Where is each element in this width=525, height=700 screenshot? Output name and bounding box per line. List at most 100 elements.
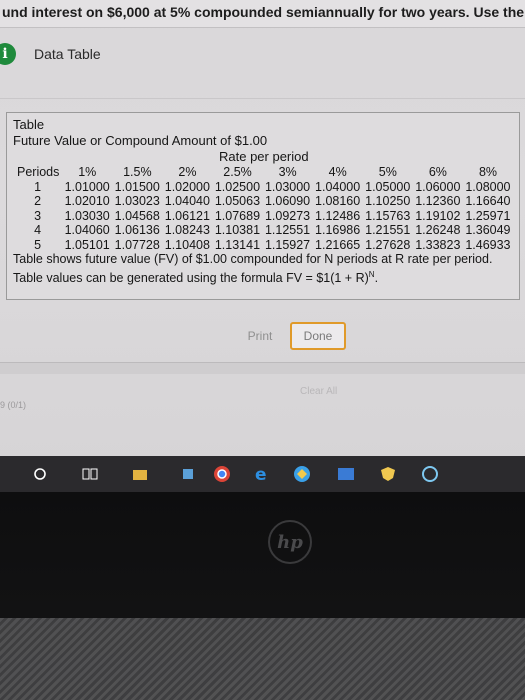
value-cell: 1.09273: [264, 208, 311, 223]
value-cell: 1.19102: [415, 208, 461, 223]
clear-all-button[interactable]: Clear All: [300, 386, 337, 397]
taskbar: e: [0, 456, 525, 492]
value-cell: 1.04040: [164, 194, 210, 208]
value-cell: 1.25971: [465, 208, 511, 223]
value-cell: 1.36049: [465, 223, 511, 237]
value-cell: 1.01500: [114, 179, 160, 194]
col-header: 2%: [178, 165, 197, 179]
value-cell: 1.27628: [365, 237, 411, 252]
value-cell: 1.04060: [64, 223, 110, 237]
screen: und interest on $6,000 at 5% compounded …: [0, 0, 525, 478]
dialog-title: Data Table: [34, 46, 101, 62]
value-cell: 1.03000: [264, 179, 311, 194]
settings-icon[interactable]: [420, 464, 440, 484]
value-cell: 1.07689: [214, 208, 261, 223]
value-cell: 1.10408: [164, 237, 210, 252]
table-row: 2 1.02010 1.03023 1.04040 1.05063 1.06090 1.08…: [13, 194, 513, 209]
value-cell: 1.16986: [315, 223, 361, 237]
value-cell: 1.05063: [214, 194, 261, 208]
divider: [0, 98, 525, 99]
value-cell: 1.06090: [264, 194, 311, 208]
value-cell: 1.08160: [315, 194, 361, 208]
search-circle-icon[interactable]: [30, 464, 50, 484]
value-cell: 1.02010: [64, 194, 110, 208]
table-subheading: Future Value or Compound Amount of $1.00: [13, 133, 268, 148]
value-cell: 1.26248: [415, 223, 461, 237]
col-header: Periods: [17, 165, 60, 179]
grid-header-row: Periods 1% 1.5% 2% 2.5% 3% 4% 5% 6% 8%: [13, 165, 513, 180]
task-view-icon[interactable]: [80, 464, 100, 484]
grid-body: 1 1.01000 1.01500 1.02000 1.02500 1.03000 1.04…: [13, 180, 513, 253]
formula-note: Table values can be generated using the …: [13, 267, 513, 286]
value-cell: 1.08000: [465, 179, 511, 194]
dialog-buttons: Print Done: [0, 322, 525, 356]
store-icon[interactable]: [178, 464, 198, 484]
value-cell: 1.12486: [315, 208, 361, 223]
value-cell: 1.15927: [264, 237, 311, 252]
chrome-icon[interactable]: [212, 464, 232, 484]
value-cell: 1.04568: [114, 208, 160, 223]
rate-label: Rate per period: [219, 149, 309, 164]
formula-period: .: [374, 271, 379, 286]
value-cell: 1.01000: [64, 179, 110, 194]
value-cell: 1.15763: [365, 208, 411, 223]
period-cell: 2: [34, 194, 42, 208]
dialog-footer-band: [0, 362, 525, 374]
value-cell: 1.10381: [214, 223, 261, 237]
col-header: 6%: [428, 165, 447, 179]
period-cell: 3: [34, 208, 42, 223]
table-row: 4 1.04060 1.06136 1.08243 1.10381 1.12551 1.16…: [13, 223, 513, 238]
value-cell: 1.06136: [114, 223, 160, 237]
col-header: 1%: [78, 165, 97, 179]
value-cell: 1.03023: [114, 194, 160, 208]
value-cell: 1.07728: [114, 237, 160, 252]
value-cell: 1.08243: [164, 223, 210, 237]
value-cell: 1.02500: [214, 179, 261, 194]
value-cell: 1.04000: [315, 179, 361, 194]
teams-icon[interactable]: [336, 464, 356, 484]
col-header: 3%: [278, 165, 297, 179]
value-cell: 1.12360: [415, 194, 461, 208]
value-cell: 1.12551: [264, 223, 311, 237]
value-cell: 1.03030: [64, 208, 110, 223]
data-table-panel: Table Future Value or Compound Amount of…: [6, 112, 520, 300]
keyboard-edge: [0, 618, 525, 700]
svg-text:e: e: [255, 465, 267, 483]
period-cell: 1: [34, 179, 42, 194]
print-button[interactable]: Print: [236, 322, 284, 350]
table-row: 5 1.05101 1.07728 1.10408 1.13141 1.15927 1.21…: [13, 238, 513, 253]
col-header: 2.5%: [223, 165, 252, 179]
future-value-grid: Periods 1% 1.5% 2% 2.5% 3% 4% 5% 6% 8% 1…: [13, 165, 513, 252]
value-cell: 1.06121: [164, 208, 210, 223]
value-cell: 1.16640: [465, 194, 511, 208]
table-row: 3 1.03030 1.04568 1.06121 1.07689 1.09273 1.12…: [13, 209, 513, 224]
value-cell: 1.06000: [415, 179, 461, 194]
value-cell: 1.13141: [214, 237, 261, 252]
value-cell: 1.05000: [365, 179, 411, 194]
formula-text: Table values can be generated using the …: [13, 271, 369, 286]
value-cell: 1.05101: [64, 237, 110, 252]
edge-icon[interactable]: e: [252, 464, 272, 484]
table-note: Table shows future value (FV) of $1.00 c…: [13, 252, 493, 266]
col-header: 5%: [378, 165, 397, 179]
hp-logo: hp: [268, 520, 312, 564]
dialog-header: i Data Table: [0, 28, 525, 80]
value-cell: 1.21665: [315, 237, 361, 252]
file-explorer-icon[interactable]: [130, 464, 150, 484]
value-cell: 1.46933: [465, 237, 511, 252]
table-heading: Table: [13, 117, 45, 132]
col-header: 4%: [328, 165, 347, 179]
period-cell: 5: [34, 237, 42, 252]
value-cell: 1.33823: [415, 237, 461, 252]
done-button[interactable]: Done: [290, 322, 346, 350]
question-text: und interest on $6,000 at 5% compounded …: [0, 0, 525, 28]
period-cell: 4: [34, 223, 42, 237]
question-progress: 9 (0/1): [0, 400, 27, 410]
table-row: 1 1.01000 1.01500 1.02000 1.02500 1.03000 1.04…: [13, 180, 513, 195]
col-header: 1.5%: [123, 165, 152, 179]
value-cell: 1.10250: [365, 194, 411, 208]
browser-icon[interactable]: [292, 464, 312, 484]
value-cell: 1.21551: [365, 223, 411, 237]
defender-icon[interactable]: [378, 464, 398, 484]
info-icon: i: [0, 43, 16, 65]
